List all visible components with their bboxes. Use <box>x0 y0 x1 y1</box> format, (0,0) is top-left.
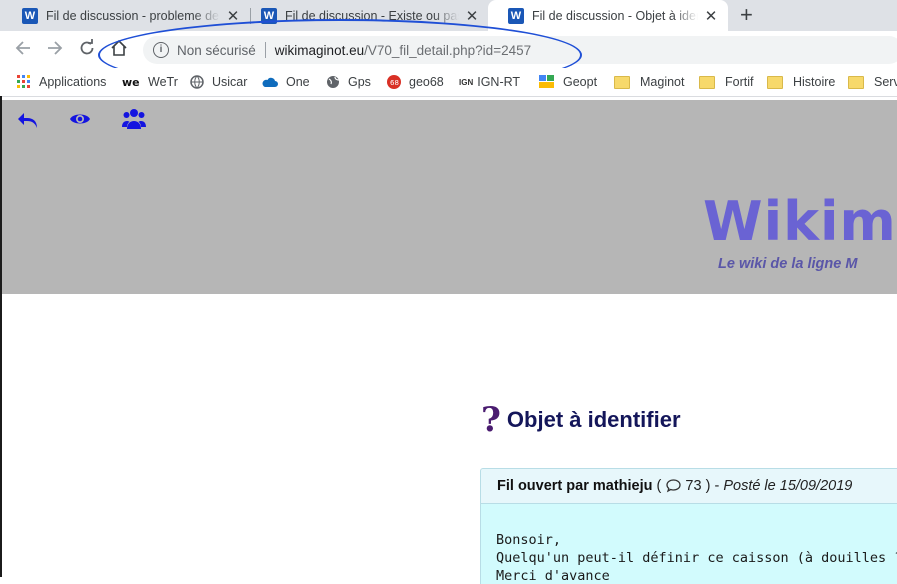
new-tab-button[interactable]: + <box>740 4 753 26</box>
post-body: Bonsoir, Quelqu'un peut-il définir ce ca… <box>480 504 897 584</box>
bookmark-folder-histoire[interactable]: Histoire <box>767 73 835 91</box>
browser-tab-2[interactable]: W Fil de discussion - Existe ou pas ? ✕ <box>241 0 489 31</box>
view-link[interactable] <box>69 110 91 133</box>
folder-icon <box>614 75 630 89</box>
eye-icon <box>70 114 90 124</box>
replies-count: 73 <box>685 478 702 494</box>
post-line: Bonsoir, <box>496 532 562 548</box>
bookmark-label: One <box>286 75 310 89</box>
users-icon <box>122 109 146 129</box>
bookmark-label: Maginot <box>640 75 685 89</box>
bookmark-label: Fortif <box>725 75 754 89</box>
geoportail-icon <box>539 75 554 88</box>
bookmark-geopt[interactable]: Geopt <box>539 73 597 91</box>
globe-icon <box>190 75 204 89</box>
globe-icon <box>327 76 340 88</box>
post-line: Merci d'avance <box>496 568 610 584</box>
bookmark-usicar[interactable]: Usicar <box>190 73 247 91</box>
post-header: Fil ouvert par mathieju ( 73 ) - Posté l… <box>480 468 897 504</box>
browser-toolbar: i Non sécurisé wikimaginot.eu/V70_fil_de… <box>0 31 897 68</box>
wetransfer-icon: we <box>122 76 140 89</box>
folder-icon <box>699 75 715 89</box>
site-tagline: Le wiki de la ligne M <box>718 256 858 272</box>
users-link[interactable] <box>122 108 146 135</box>
home-icon <box>111 39 127 56</box>
home-button[interactable] <box>110 39 128 61</box>
onedrive-icon <box>262 77 278 87</box>
bookmarks-bar: Applications we WeTr Usicar One Gps 68 g… <box>0 68 897 97</box>
bookmark-label: geo68 <box>409 75 444 89</box>
comments-icon <box>666 479 682 493</box>
paren-close: ) <box>705 478 711 494</box>
bookmark-label: Geopt <box>563 75 598 89</box>
security-label: Non sécurisé <box>177 42 256 58</box>
bookmark-folder-fortif[interactable]: Fortif <box>699 73 753 91</box>
ign-icon: IGN <box>459 77 474 87</box>
bookmark-one[interactable]: One <box>262 73 310 91</box>
back-button[interactable] <box>14 39 32 61</box>
tab-title: Fil de discussion - Existe ou pas ? <box>285 8 459 23</box>
svg-text:68: 68 <box>390 79 399 87</box>
bookmark-gps[interactable]: Gps <box>326 73 371 91</box>
geo68-icon: 68 <box>387 75 401 89</box>
word-icon: W <box>22 7 38 24</box>
bookmark-folder-maginot[interactable]: Maginot <box>614 73 684 91</box>
bookmark-ign-rt[interactable]: IGN IGN-RT <box>459 73 520 91</box>
close-tab-icon[interactable]: ✕ <box>465 7 479 25</box>
paren-open: ( <box>656 478 662 494</box>
tab-title: Fil de discussion - probleme de c <box>46 8 220 23</box>
folder-icon <box>848 75 864 89</box>
reload-icon <box>80 39 94 55</box>
posted-date: Posté le 15/09/2019 <box>723 478 853 494</box>
address-divider <box>264 42 266 58</box>
question-mark-icon: ? <box>481 400 501 440</box>
reload-button[interactable] <box>78 39 96 61</box>
forward-arrow-icon <box>48 41 63 55</box>
bookmark-label: Usicar <box>212 75 248 89</box>
browser-tab-3-active[interactable]: W Fil de discussion - Objet à identif ✕ <box>488 0 728 31</box>
thread-title: ? Objet à identifier <box>481 400 681 440</box>
browser-tab-1[interactable]: W Fil de discussion - probleme de c ✕ <box>2 0 250 31</box>
close-tab-icon[interactable]: ✕ <box>226 7 240 25</box>
bookmark-folder-serv[interactable]: Serv- <box>848 73 897 91</box>
tab-title: Fil de discussion - Objet à identif <box>532 8 698 23</box>
bookmark-label: IGN-RT <box>477 75 521 89</box>
site-logo-text[interactable]: Wikima <box>703 190 897 253</box>
back-arrow-icon <box>15 41 30 55</box>
address-bar[interactable]: i Non sécurisé wikimaginot.eu/V70_fil_de… <box>143 36 897 64</box>
separator: - <box>714 478 720 494</box>
post-line: Quelqu'un peut-il définir ce caisson (à … <box>496 550 897 566</box>
bookmark-label: Histoire <box>793 75 836 89</box>
thread-title-text: Objet à identifier <box>506 407 681 432</box>
info-icon[interactable]: i <box>153 42 169 58</box>
url-host: wikimaginot.eu <box>274 42 365 58</box>
folder-icon <box>767 75 783 89</box>
bookmark-label: Applications <box>39 75 107 89</box>
word-icon: W <box>261 7 277 24</box>
url-path: /V70_fil_detail.php?id=2457 <box>364 42 532 58</box>
opened-by[interactable]: Fil ouvert par mathieju <box>497 478 653 494</box>
bookmark-label: WeTr <box>148 75 178 89</box>
apps-grid-icon <box>17 75 30 88</box>
forward-button[interactable] <box>46 39 64 61</box>
bookmark-wetr[interactable]: we WeTr <box>122 73 178 91</box>
bookmark-label: Gps <box>348 75 371 89</box>
close-tab-icon[interactable]: ✕ <box>704 7 718 25</box>
svg-text:we: we <box>122 76 140 89</box>
bookmark-applications[interactable]: Applications <box>17 73 106 91</box>
word-icon: W <box>508 7 524 24</box>
bookmark-label: Serv- <box>874 75 897 89</box>
back-link[interactable] <box>18 108 40 135</box>
tab-strip: W Fil de discussion - probleme de c ✕ W … <box>0 0 897 31</box>
back-arrow-icon <box>18 113 37 128</box>
bookmark-geo68[interactable]: 68 geo68 <box>387 73 444 91</box>
